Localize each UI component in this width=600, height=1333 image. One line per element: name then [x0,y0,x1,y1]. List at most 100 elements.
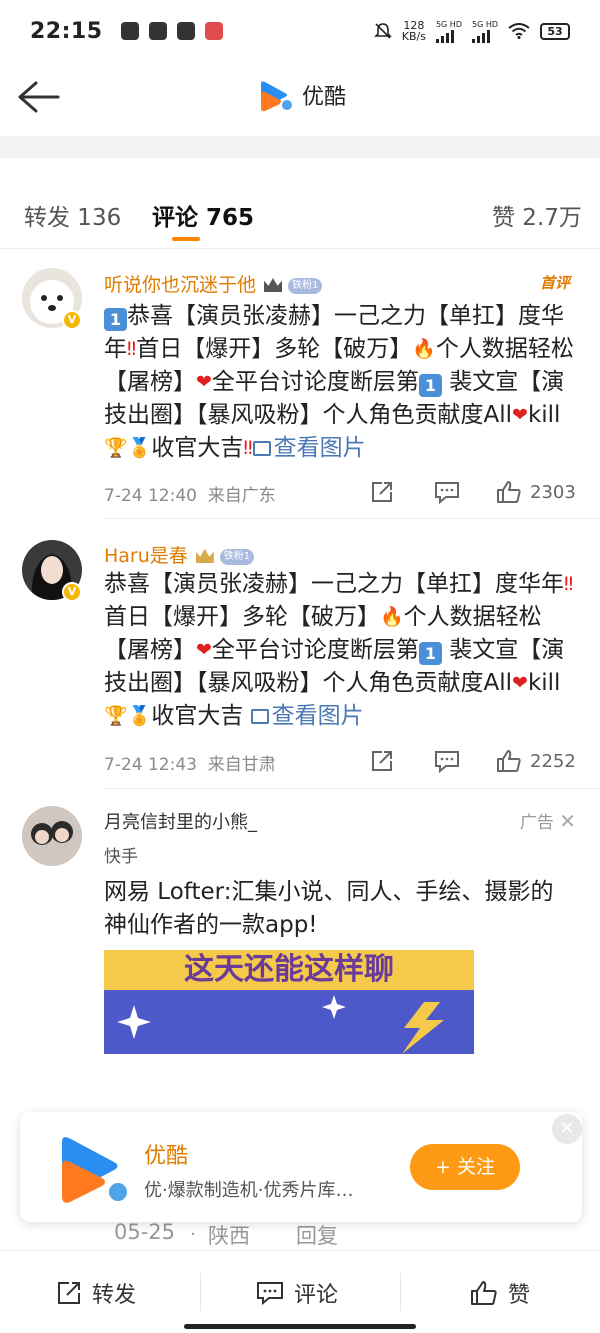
reply-button[interactable] [434,748,460,774]
first-comment-tag: 首评 [539,274,570,292]
comment-icon [435,482,459,504]
share-icon [372,482,392,502]
ad-username[interactable]: 月亮信封里的小熊_ [104,808,257,834]
reply-location: 陕西 [208,1224,250,1248]
follow-card-name[interactable]: 优酷 [144,1138,188,1170]
share-button[interactable] [370,748,394,774]
ad-tag[interactable]: 广告 ✕ [520,808,576,833]
share-icon [58,1282,80,1304]
tabs-divider [0,248,600,249]
status-bar: 22:15 128 KB/s 5G HD 5G HD 53 [0,0,600,62]
home-indicator [184,1324,416,1329]
tab-comments[interactable]: 评论 765 [152,198,254,232]
status-app-icons [120,22,223,40]
follow-button[interactable]: + 关注 [410,1144,520,1190]
trophy-icon: 🏆 [104,705,128,727]
app-notification-icon [204,22,223,40]
battery-icon: 53 [540,22,570,40]
share-button[interactable] [370,479,394,505]
like-button[interactable]: 2252 [496,748,576,774]
double-exclamation-icon: ‼ [564,573,574,595]
wifi-icon [508,23,530,39]
fire-icon: 🔥 [412,338,436,360]
thumbs-up-icon [497,750,521,772]
avatar[interactable] [22,806,82,866]
thumbs-up-icon [471,1281,497,1305]
bottom-divider [400,1273,401,1311]
comment-meta: 7-24 12:40 来自广东 [104,486,276,506]
double-exclamation-icon: ‼ [127,338,137,360]
close-icon[interactable]: ✕ [559,809,576,833]
trophy-icon: 🏆 [104,437,128,459]
comment-actions: 2252 [370,748,584,774]
message-icon [148,22,167,40]
comment-text: 1 恭喜【演员张凌赫】一己之力【单扛】度华年‼首日【爆开】多轮【破万】🔥个人数据轻… [104,300,584,465]
verified-badge-icon [106,1180,130,1204]
reply-date: 05-25 [114,1220,176,1244]
crown-icon [264,278,283,292]
verified-badge-icon: V [62,582,82,602]
net-speed: 128 KB/s [401,19,426,43]
fan-badge: 铁粉1 [288,278,323,294]
youku-logo-icon[interactable] [58,1132,130,1204]
comment-username[interactable]: Haru是春 铁粉1 [104,541,255,568]
signal-bars-icon [471,29,498,43]
thumbs-up-icon [497,481,521,503]
interaction-tabs: 转发 136 评论 765 赞 2.7万 [0,180,600,248]
keycap-one-icon: 1 [104,308,127,331]
reply-button[interactable] [434,479,460,505]
ad-banner-image[interactable]: 这天还能这样聊 [104,950,474,1054]
comment-username[interactable]: 听说你也沉迷于他 铁粉1 [104,270,323,297]
burning-heart-icon: ❤ [512,404,528,426]
like-button[interactable]: 赞 [470,1277,530,1309]
youku-logo-icon [258,78,294,112]
repost-button[interactable]: 转发 [56,1277,136,1309]
status-time: 22:15 [30,18,103,44]
keycap-one-icon: 1 [418,642,442,665]
comment-divider [104,788,600,789]
double-exclamation-icon: ‼ [243,437,253,459]
like-button[interactable]: 2303 [496,479,576,505]
comment-text: 恭喜【演员张凌赫】一己之力【单扛】度华年‼首日【爆开】多轮【破万】🔥个人数据轻松… [104,568,584,733]
signal-2: 5G HD [471,20,498,43]
tab-repost[interactable]: 转发 136 [24,198,121,232]
comment-icon [435,751,459,773]
verified-badge-icon: V [62,310,82,330]
image-icon [250,709,269,724]
burning-heart-icon: ❤ [196,371,212,393]
close-icon[interactable]: ✕ [552,1114,582,1144]
fan-badge: 铁粉1 [219,549,255,565]
view-image-link[interactable]: 查看图片 [250,703,364,729]
view-image-link[interactable]: 查看图片 [252,435,366,461]
crown-icon [195,549,214,563]
follow-card: 优酷 优·爆款制造机·优秀片库… + 关注 ✕ [20,1112,582,1222]
ad-text: 网易 Lofter:汇集小说、同人、手绘、摄影的神仙作者的一款app! [104,879,554,938]
section-divider [0,136,600,158]
medal-icon: 🏅 [127,705,152,727]
signal-bars-icon [435,29,462,43]
reply-button[interactable]: 回复 [296,1220,338,1250]
share-icon [372,751,392,771]
status-right: 128 KB/s 5G HD 5G HD 53 [373,19,570,43]
back-arrow-icon[interactable] [16,80,60,114]
verified-badge-icon [280,98,294,112]
burning-heart-icon: ❤ [512,672,528,694]
bottom-divider [200,1273,201,1311]
comment-button[interactable]: 评论 [256,1277,338,1309]
mute-bell-icon [373,23,392,39]
nav-account[interactable]: 优酷 [258,78,346,112]
shield-icon [120,22,139,40]
nav-title: 优酷 [302,85,347,110]
comment-divider [104,518,600,519]
keycap-one-icon: 1 [418,374,442,397]
ad-source: 快手 [104,847,138,867]
tab-likes[interactable]: 赞 2.7万 [492,198,582,232]
image-icon [252,441,271,456]
fire-icon: 🔥 [380,606,404,628]
comment-meta: 7-24 12:43 来自甘肃 [104,755,276,775]
nav-bar: 优酷 [0,62,600,132]
bottom-action-bar: 转发 评论 赞 [0,1250,600,1333]
active-tab-indicator [172,237,200,241]
burning-heart-icon: ❤ [196,639,212,661]
banner-decoration [117,995,444,1054]
